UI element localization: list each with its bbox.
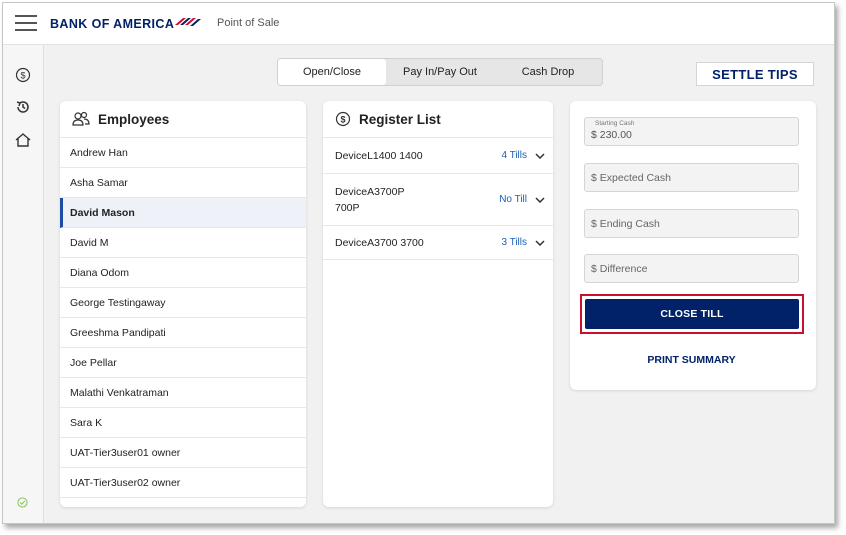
chevron-down-icon[interactable] [527,196,553,203]
employee-name: David Mason [70,206,135,219]
register-list-header: $ Register List [323,101,553,138]
history-icon[interactable] [9,94,37,120]
print-summary-button[interactable]: PRINT SUMMARY [584,347,799,373]
tab-cash-drop[interactable]: Cash Drop [494,59,602,85]
mode-tabs: Open/Close Pay In/Pay Out Cash Drop [277,58,603,86]
register-list-title: Register List [359,111,441,127]
employee-row[interactable]: Greeshma Pandipati [60,318,306,348]
expected-cash-placeholder: $ Expected Cash [591,172,671,184]
register-list-panel: $ Register List DeviceL1400 1400 4 Tills… [323,101,553,507]
employee-name: George Testingaway [70,296,166,309]
starting-cash-field[interactable]: Starting Cash $ 230.00 [584,117,799,146]
employee-name: Asha Samar [70,176,128,189]
tab-pay-in-pay-out[interactable]: Pay In/Pay Out [386,59,494,85]
register-tills[interactable]: 3 Tills [501,237,527,248]
close-till-button[interactable]: CLOSE TILL [585,299,799,329]
employee-row[interactable]: Asha Samar [60,168,306,198]
check-circle-icon [17,495,28,513]
employee-row[interactable]: Malathi Venkatraman [60,378,306,408]
register-row[interactable]: DeviceA3700P 700P No Till [323,174,553,226]
people-icon [72,111,90,126]
app-label: Point of Sale [217,17,280,29]
employee-row-selected[interactable]: David Mason [60,198,306,228]
register-row[interactable]: DeviceA3700 3700 3 Tills [323,226,553,260]
register-name: DeviceA3700P 700P [335,185,405,214]
employee-name: Joe Pellar [70,356,117,369]
employee-name: Diana Odom [70,266,129,279]
cash-panel: Starting Cash $ 230.00 $ Expected Cash $… [570,101,816,390]
expected-cash-field[interactable]: $ Expected Cash [584,163,799,192]
chevron-down-icon[interactable] [527,239,553,246]
employee-name: Malathi Venkatraman [70,386,169,399]
employees-header: Employees [60,101,306,138]
employee-row[interactable]: UAT-Tier3user01 owner [60,438,306,468]
svg-text:$: $ [20,71,25,81]
register-tills[interactable]: 4 Tills [501,150,527,161]
employees-panel: Employees Andrew Han Asha Samar David Ma… [60,101,306,507]
employee-name: UAT-Tier3user02 owner [70,476,181,489]
employees-title: Employees [98,111,170,127]
employee-row[interactable]: Andrew Han [60,138,306,168]
ending-cash-placeholder: $ Ending Cash [591,218,660,230]
settle-tips-button[interactable]: SETTLE TIPS [696,62,814,86]
starting-cash-label: Starting Cash [595,120,635,127]
register-name: DeviceA3700 3700 [335,236,424,249]
employee-row[interactable]: Joe Pellar [60,348,306,378]
tab-open-close[interactable]: Open/Close [278,59,386,85]
register-row[interactable]: DeviceL1400 1400 4 Tills [323,138,553,174]
starting-cash-value: $ 230.00 [591,129,632,141]
difference-placeholder: $ Difference [591,263,648,275]
employee-name: UAT-Tier3user01 owner [70,446,181,459]
svg-text:$: $ [340,115,345,125]
employee-name: David M [70,236,109,249]
dollar-circle-icon[interactable]: $ [9,62,37,88]
difference-field[interactable]: $ Difference [584,254,799,283]
close-till-highlight: CLOSE TILL [580,294,804,334]
employee-row[interactable]: UAT-Tier3user02 owner [60,468,306,498]
sidebar: $ [3,45,44,523]
brand-flag-logo [175,18,201,26]
chevron-down-icon[interactable] [527,152,553,159]
employee-name: Greeshma Pandipati [70,326,166,339]
employee-row[interactable]: Sara K [60,408,306,438]
employee-row[interactable]: David M [60,228,306,258]
register-name: DeviceL1400 1400 [335,149,423,162]
app-window: BANK OF AMERICA Point of Sale $ Open/Clo… [2,2,835,524]
employee-name: Andrew Han [70,146,128,159]
register-tills[interactable]: No Till [499,194,527,205]
employee-row[interactable]: George Testingaway [60,288,306,318]
dollar-circle-icon: $ [335,111,351,127]
employee-row[interactable]: Diana Odom [60,258,306,288]
employee-name: Sara K [70,416,103,429]
ending-cash-field[interactable]: $ Ending Cash [584,209,799,238]
app-header: BANK OF AMERICA Point of Sale [3,3,834,45]
hamburger-icon[interactable] [15,15,37,31]
brand-name: BANK OF AMERICA [50,17,175,31]
home-icon[interactable] [9,127,37,153]
